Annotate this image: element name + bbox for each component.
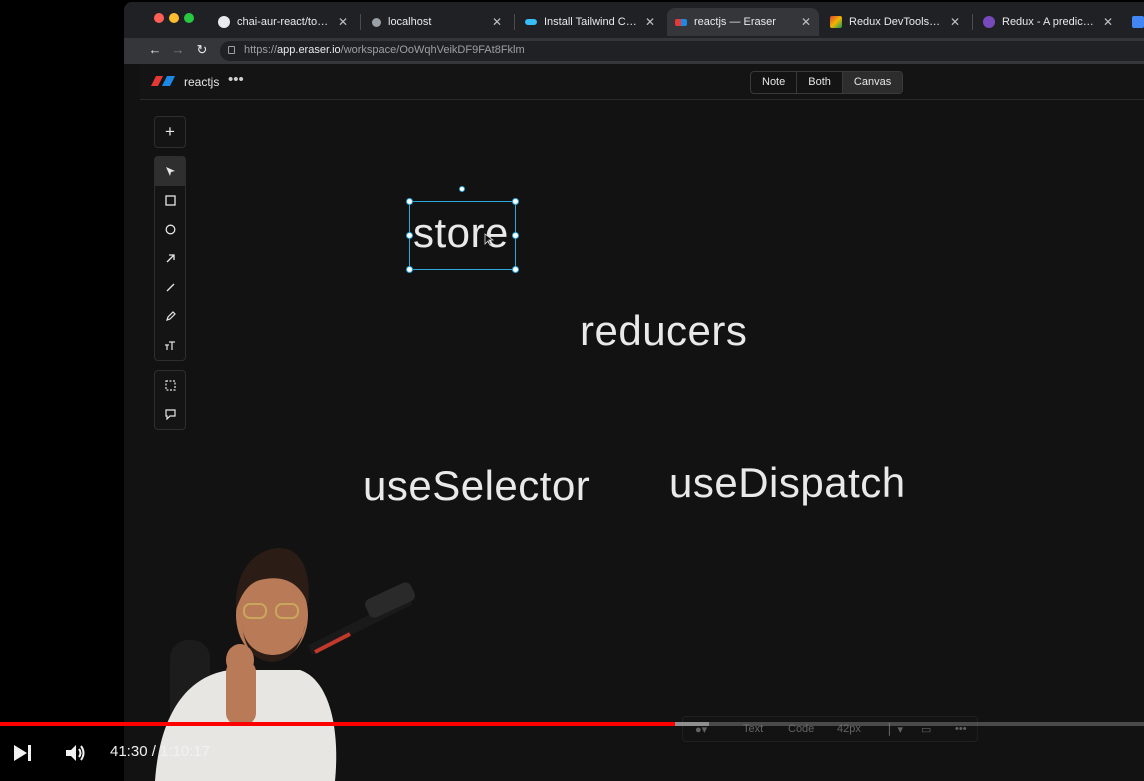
rectangle-icon [164, 194, 176, 206]
tab-separator [972, 14, 973, 30]
shape-tools [154, 156, 186, 361]
tab-separator [360, 14, 361, 30]
screen: chai-aur-react/todoContext ✕ localhost ✕… [0, 0, 1144, 781]
cursor-icon [165, 166, 175, 176]
add-button[interactable]: + [154, 116, 186, 148]
close-window-button[interactable] [154, 13, 164, 23]
tab-favicon-icon [1132, 16, 1144, 28]
ellipse-icon [165, 224, 175, 235]
close-icon[interactable]: ✕ [645, 15, 655, 29]
ellipse-tool-button[interactable] [155, 215, 185, 244]
maximize-window-button[interactable] [184, 13, 194, 23]
url-field[interactable]: https://app.eraser.io/workspace/OoWqhVei… [220, 41, 1144, 61]
tab-tailwind[interactable]: Install Tailwind CSS with Vite ✕ [517, 8, 663, 36]
tab-label: localhost [388, 16, 432, 28]
pen-tool-button[interactable] [155, 302, 185, 331]
volume-icon[interactable] [64, 743, 88, 763]
url-text: https://app.eraser.io/workspace/OoWqhVei… [244, 44, 525, 56]
eraser-logo-icon[interactable] [151, 76, 175, 86]
view-both-button[interactable]: Both [797, 72, 843, 93]
frame-tool-button[interactable] [155, 371, 185, 400]
lock-icon [228, 46, 235, 54]
resize-handle[interactable] [406, 198, 413, 205]
project-name[interactable]: reactjs [184, 75, 219, 89]
comment-tool-button[interactable] [155, 400, 185, 429]
back-icon[interactable]: ← [146, 42, 164, 57]
rectangle-tool-button[interactable] [155, 186, 185, 215]
arrow-icon [166, 253, 175, 263]
forward-icon[interactable]: → [169, 42, 187, 57]
close-icon[interactable]: ✕ [492, 15, 502, 29]
reload-icon[interactable]: ↻ [193, 42, 211, 58]
tab-label: Install Tailwind CSS with Vite [544, 16, 637, 28]
gear-icon [372, 17, 381, 27]
canvas-toolbar: + [154, 116, 186, 432]
video-time: 41:30 / 1:10:17 [110, 743, 211, 760]
resize-handle[interactable] [406, 266, 413, 273]
video-controls: 41:30 / 1:10:17 [0, 726, 1144, 781]
tab-bar: chai-aur-react/todoContext ✕ localhost ✕… [124, 2, 1144, 38]
rotate-handle[interactable] [459, 186, 465, 192]
select-tool-button[interactable] [155, 157, 185, 186]
line-icon [166, 283, 174, 292]
tab-github[interactable]: chai-aur-react/todoContext ✕ [210, 8, 356, 36]
view-note-button[interactable]: Note [751, 72, 798, 93]
extra-tools [154, 370, 186, 430]
resize-handle[interactable] [512, 232, 519, 239]
app-header: reactjs ••• Note Both Canvas [140, 64, 1144, 100]
redux-icon [983, 16, 995, 28]
comment-icon [164, 408, 176, 421]
tab-label: Redux DevTools - Chrome Web Store [849, 16, 942, 28]
tab-overflow[interactable] [1124, 8, 1144, 36]
close-icon[interactable]: ✕ [338, 15, 348, 29]
canvas-text-store[interactable]: store [413, 210, 509, 256]
address-bar: ← → ↻ https://app.eraser.io/workspace/Oo… [124, 38, 1144, 64]
github-icon [218, 16, 230, 28]
canvas-text-useselector[interactable]: useSelector [363, 462, 590, 510]
tab-label: Redux - A predictable state container [1002, 16, 1095, 28]
tab-label: reactjs — Eraser [694, 16, 776, 28]
eraser-icon [675, 18, 687, 26]
pencil-icon [165, 310, 176, 321]
text-tool-button[interactable] [155, 331, 185, 360]
more-options-icon[interactable]: ••• [228, 71, 244, 88]
tab-localhost[interactable]: localhost ✕ [364, 8, 510, 36]
close-icon[interactable]: ✕ [1103, 15, 1113, 29]
canvas-text-usedispatch[interactable]: useDispatch [669, 459, 906, 507]
resize-handle[interactable] [406, 232, 413, 239]
text-size-icon [165, 340, 175, 350]
view-mode-toggle: Note Both Canvas [750, 71, 904, 94]
resize-handle[interactable] [512, 266, 519, 273]
close-icon[interactable]: ✕ [801, 15, 811, 29]
close-icon[interactable]: ✕ [950, 15, 960, 29]
resize-handle[interactable] [512, 198, 519, 205]
frame-icon [164, 379, 176, 391]
next-video-icon[interactable] [12, 743, 34, 763]
tab-redux-devtools[interactable]: Redux DevTools - Chrome Web Store ✕ [822, 8, 968, 36]
tab-redux[interactable]: Redux - A predictable state container ✕ [975, 8, 1121, 36]
tab-label: chai-aur-react/todoContext [237, 16, 330, 28]
minimize-window-button[interactable] [169, 13, 179, 23]
tailwind-icon [525, 19, 537, 25]
view-canvas-button[interactable]: Canvas [842, 72, 903, 93]
canvas-text-reducers[interactable]: reducers [580, 307, 747, 355]
tab-eraser[interactable]: reactjs — Eraser ✕ [667, 8, 819, 36]
chrome-store-icon [830, 16, 842, 28]
arrow-tool-button[interactable] [155, 244, 185, 273]
line-tool-button[interactable] [155, 273, 185, 302]
tab-separator [514, 14, 515, 30]
mouse-cursor-icon [484, 233, 494, 246]
